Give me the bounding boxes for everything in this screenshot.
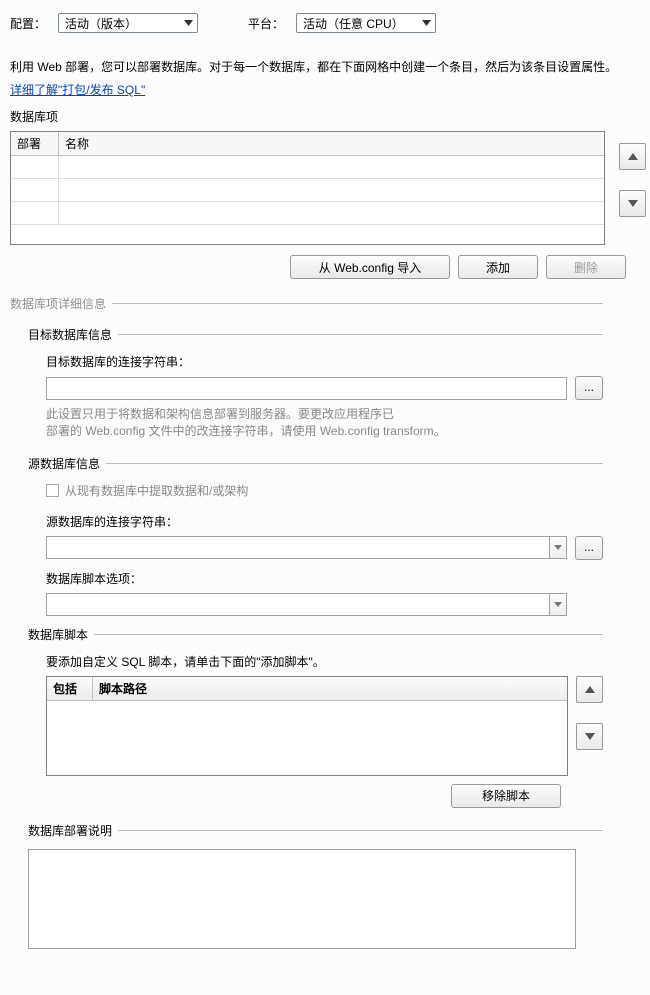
col-path-header: 脚本路径: [93, 677, 567, 700]
config-combo-value: 活动（版本）: [65, 15, 137, 32]
chevron-down-icon: [554, 602, 562, 607]
scripts-table[interactable]: 包括 脚本路径: [46, 676, 568, 776]
scripts-hint: 要添加自定义 SQL 脚本，请单击下面的"添加脚本"。: [46, 653, 603, 670]
col-deploy-header: 部署: [11, 132, 59, 155]
deploy-notes-textarea[interactable]: [28, 849, 576, 949]
table-row[interactable]: [11, 156, 604, 179]
remove-script-button[interactable]: 移除脚本: [451, 784, 561, 808]
dest-db-header: 目标数据库信息: [28, 326, 603, 343]
script-options-dropdown[interactable]: [549, 593, 567, 616]
dest-db-label: 目标数据库信息: [28, 326, 112, 343]
table-row[interactable]: [11, 179, 604, 202]
db-entries-label: 数据库项: [10, 108, 648, 125]
move-up-button[interactable]: [619, 143, 646, 170]
db-entries-table-header: 部署 名称: [11, 132, 604, 156]
dest-conn-hint: 此设置只用于将数据和架构信息部署到服务器。要更改应用程序已 部署的 Web.co…: [46, 406, 603, 441]
platform-label: 平台：: [248, 15, 284, 32]
chevron-down-icon: [184, 20, 193, 26]
table-row[interactable]: [11, 202, 604, 225]
platform-combo-value: 活动（任意 CPU）: [303, 15, 404, 32]
dest-conn-label: 目标数据库的连接字符串：: [46, 353, 603, 370]
dest-conn-input[interactable]: [46, 377, 567, 400]
deploy-notes-header: 数据库部署说明: [28, 822, 603, 839]
deploy-notes-label: 数据库部署说明: [28, 822, 112, 839]
script-options-input[interactable]: [46, 593, 549, 616]
remove-button: 删除: [546, 255, 626, 279]
source-db-label: 源数据库信息: [28, 455, 100, 472]
extract-checkbox-row[interactable]: 从现有数据库中提取数据和/或架构: [46, 482, 603, 499]
arrow-down-icon: [628, 200, 638, 207]
extract-checkbox[interactable]: [46, 484, 59, 497]
intro-text: 利用 Web 部署，您可以部署数据库。对于每一个数据库，都在下面网格中创建一个条…: [10, 58, 648, 75]
db-scripts-header: 数据库脚本: [28, 626, 603, 643]
chevron-down-icon: [422, 20, 431, 26]
dest-conn-browse-button[interactable]: ...: [575, 376, 603, 400]
script-options-label: 数据库脚本选项：: [46, 570, 603, 587]
scripts-table-header: 包括 脚本路径: [47, 677, 567, 701]
source-db-header: 源数据库信息: [28, 455, 603, 472]
arrow-down-icon: [585, 733, 595, 740]
script-move-down-button[interactable]: [576, 723, 603, 750]
import-from-webconfig-button[interactable]: 从 Web.config 导入: [290, 255, 450, 279]
details-group-header: 数据库项详细信息: [10, 295, 603, 312]
extract-checkbox-label: 从现有数据库中提取数据和/或架构: [65, 482, 248, 499]
script-options-combo[interactable]: [46, 593, 567, 616]
db-entries-table[interactable]: 部署 名称: [10, 131, 605, 245]
col-name-header: 名称: [59, 132, 604, 155]
config-label: 配置：: [10, 15, 46, 32]
source-conn-input[interactable]: [46, 536, 549, 559]
add-button[interactable]: 添加: [458, 255, 538, 279]
source-conn-combo[interactable]: [46, 536, 567, 559]
platform-combo[interactable]: 活动（任意 CPU）: [296, 13, 436, 33]
config-platform-row: 配置： 活动（版本） 平台： 活动（任意 CPU）: [10, 10, 648, 33]
col-include-header: 包括: [47, 677, 93, 700]
arrow-up-icon: [585, 686, 595, 693]
config-combo[interactable]: 活动（版本）: [58, 13, 198, 33]
arrow-up-icon: [628, 153, 638, 160]
source-conn-dropdown[interactable]: [549, 536, 567, 559]
chevron-down-icon: [554, 545, 562, 550]
details-group-label: 数据库项详细信息: [10, 295, 106, 312]
source-conn-label: 源数据库的连接字符串：: [46, 513, 603, 530]
script-move-up-button[interactable]: [576, 676, 603, 703]
move-down-button[interactable]: [619, 190, 646, 217]
learn-more-link[interactable]: 详细了解"打包/发布 SQL": [10, 81, 648, 98]
source-conn-browse-button[interactable]: ...: [575, 536, 603, 560]
db-entries-table-body: [11, 156, 604, 225]
db-scripts-label: 数据库脚本: [28, 626, 88, 643]
